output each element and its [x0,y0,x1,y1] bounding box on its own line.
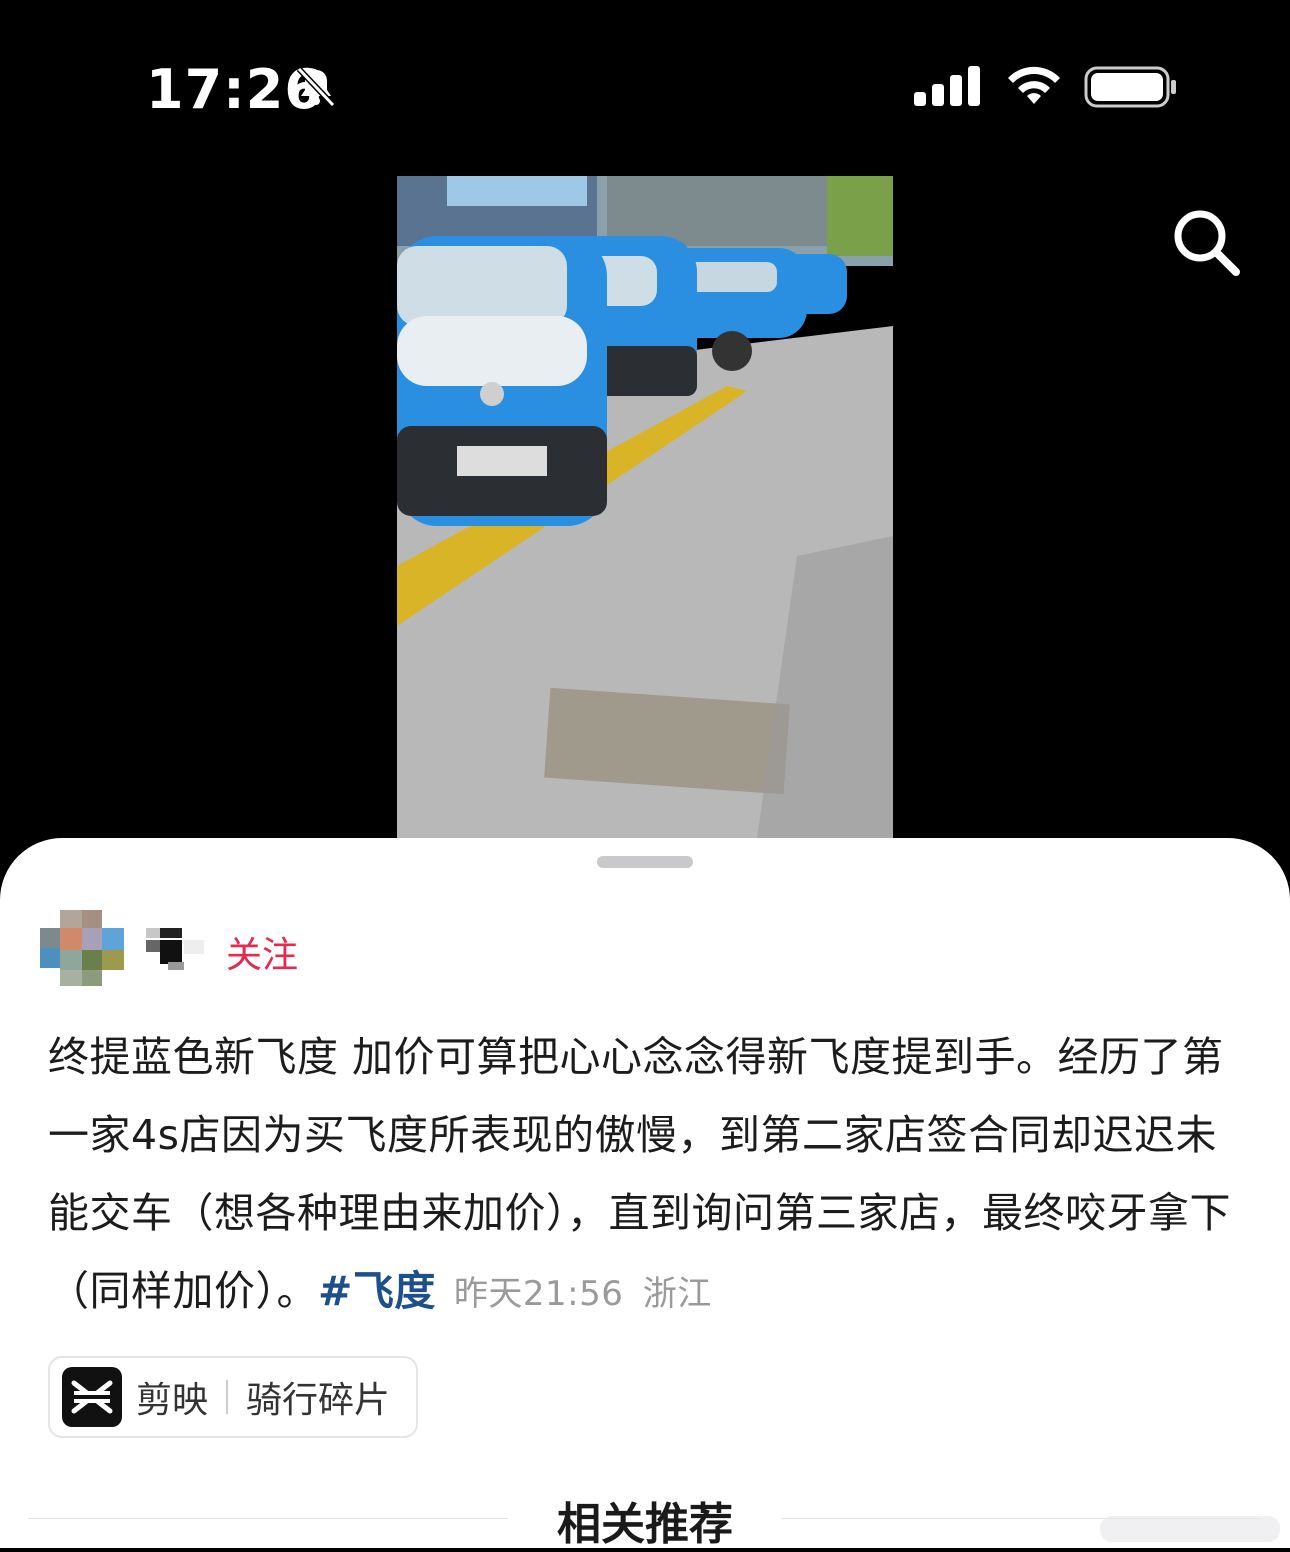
bell-muted-icon [296,66,336,108]
capcut-logo-icon [62,1367,122,1427]
hashtag-link[interactable]: #飞度 [318,1267,436,1315]
username-blurred[interactable] [142,926,208,976]
post-description: 终提蓝色新飞度 加价可算把心心念念得新飞度提到手。经历了第一家4s店因为买飞度所… [48,1018,1248,1333]
signal-icon [914,66,980,106]
avatar[interactable] [40,910,124,986]
sheet-drag-handle[interactable] [597,856,693,868]
battery-icon [1084,66,1176,108]
related-recommendations-title: 相关推荐 [557,1499,733,1550]
wifi-icon [1008,66,1060,104]
post-description-text: 终提蓝色新飞度 加价可算把心心念念得新飞度提到手。经历了第一家4s店因为买飞度所… [48,1033,1231,1315]
capcut-app-name: 剪映 [136,1380,209,1421]
divider [226,1380,229,1414]
post-detail-sheet: 关注 终提蓝色新飞度 加价可算把心心念念得新飞度提到手。经历了第一家4s店因为买… [0,838,1290,1550]
capcut-template-name: 骑行碎片 [246,1380,391,1421]
post-location: 浙江 [642,1274,712,1314]
scroll-indicator [1100,1516,1280,1542]
follow-button[interactable]: 关注 [226,926,298,978]
capcut-template-tag[interactable]: 剪映 骑行碎片 [48,1356,418,1438]
post-time: 昨天21:56 [453,1274,624,1314]
post-photo[interactable] [397,176,893,838]
search-icon[interactable] [1170,206,1242,278]
